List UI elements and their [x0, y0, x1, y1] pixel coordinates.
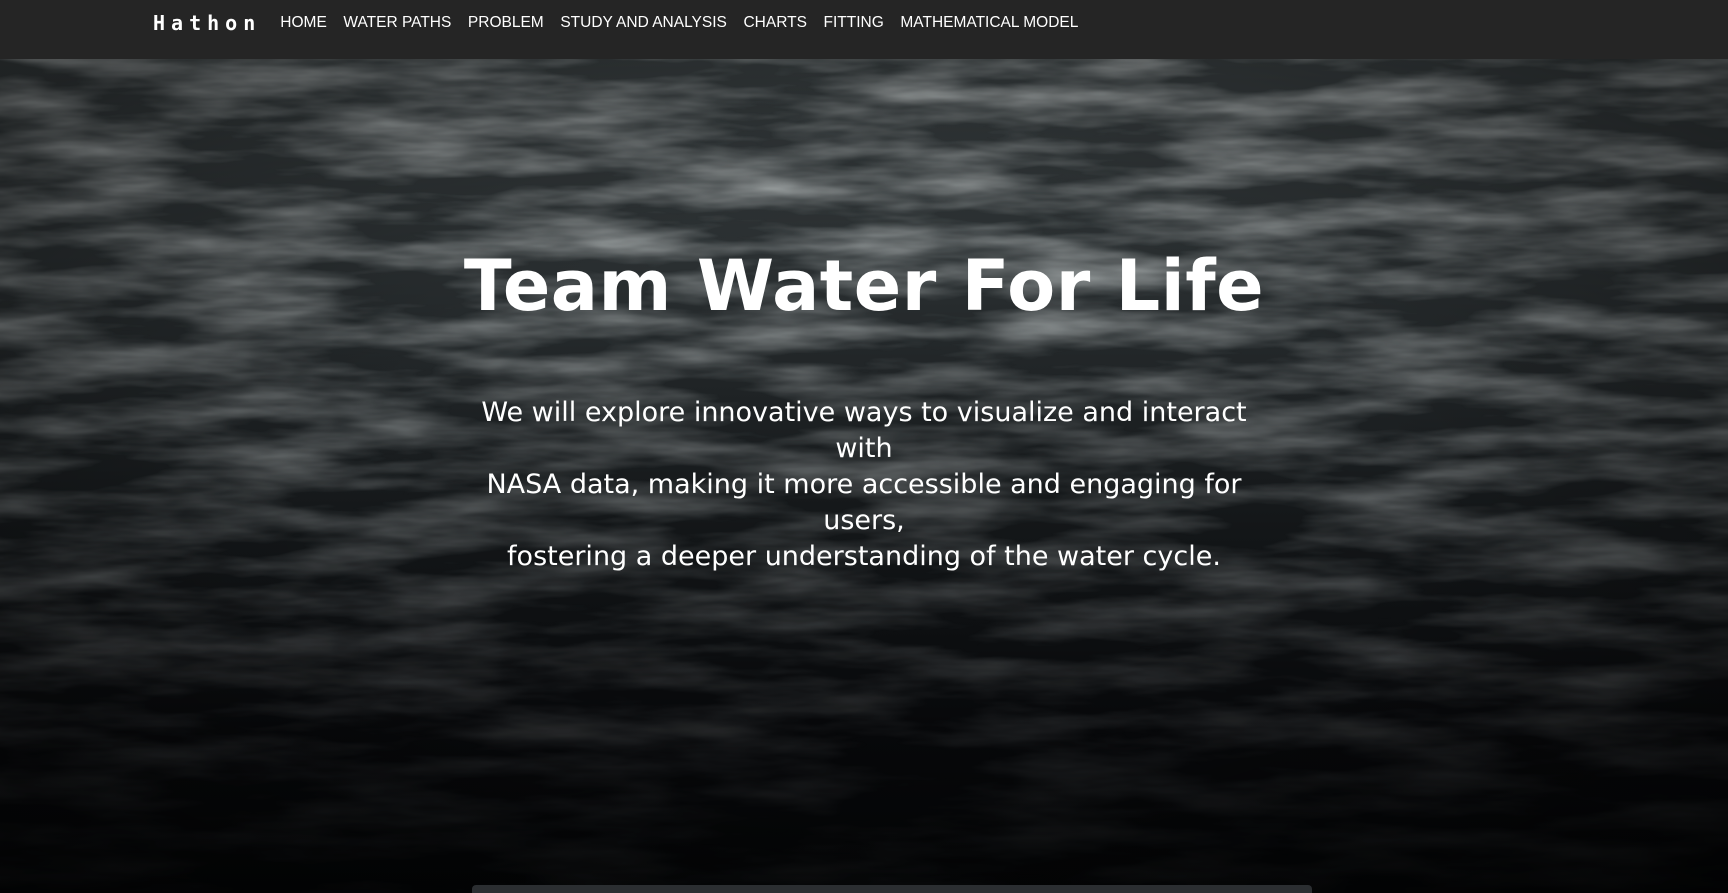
hero-title: Team Water For Life — [463, 245, 1265, 327]
hero-subtitle-line: fostering a deeper understanding of the … — [507, 541, 1221, 572]
nav-link-charts[interactable]: CHARTS — [735, 14, 815, 32]
hero-subtitle: We will explore innovative ways to visua… — [464, 395, 1264, 575]
hero-content: Team Water For Life We will explore inno… — [0, 59, 1728, 893]
hero-subtitle-line: NASA data, making it more accessible and… — [486, 469, 1242, 536]
hero-subtitle-line: We will explore innovative ways to visua… — [481, 397, 1247, 464]
nav-link-water-paths[interactable]: WATER PATHS — [335, 14, 460, 32]
brand-logo[interactable]: Hathon — [153, 11, 261, 35]
top-navbar: Hathon HOME WATER PATHS PROBLEM STUDY AN… — [0, 0, 1728, 59]
hero-section: Team Water For Life We will explore inno… — [0, 59, 1728, 893]
nav-link-study-and-analysis[interactable]: STUDY AND ANALYSIS — [552, 14, 735, 32]
nav-link-home[interactable]: HOME — [272, 14, 335, 32]
main-nav: HOME WATER PATHS PROBLEM STUDY AND ANALY… — [272, 14, 1087, 32]
nav-link-problem[interactable]: PROBLEM — [460, 14, 552, 32]
next-section-edge — [472, 885, 1312, 893]
nav-link-mathematical-model[interactable]: MATHEMATICAL MODEL — [892, 14, 1087, 32]
nav-link-fitting[interactable]: FITTING — [815, 14, 892, 32]
